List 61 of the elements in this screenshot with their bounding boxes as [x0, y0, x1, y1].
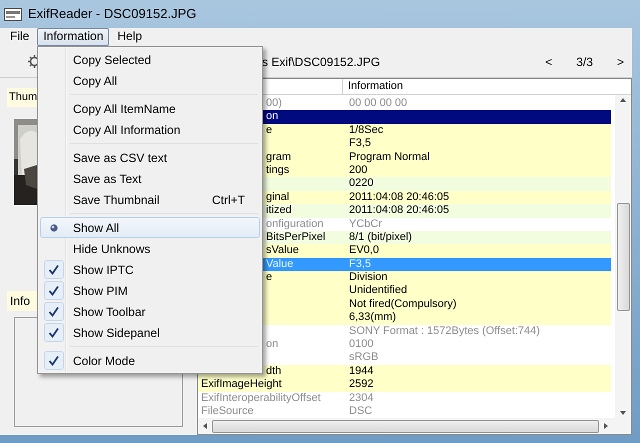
window-title: ExifReader - DSC09152.JPG [28, 5, 196, 24]
table-cell: Value [266, 258, 294, 270]
table-cell: 00) [266, 97, 282, 109]
menu-item[interactable]: Copy Selected [40, 49, 260, 70]
scroll-thumb[interactable] [616, 203, 630, 311]
table-cell: F3,5 [349, 258, 372, 270]
scroll-left-icon[interactable] [202, 422, 208, 430]
table-cell: ginal [266, 190, 290, 203]
table-cell: sRGB [349, 351, 378, 364]
vertical-scrollbar[interactable] [615, 95, 631, 418]
table-cell: on [266, 338, 278, 350]
table-cell: onfiguration [266, 218, 324, 230]
table-cell: e [266, 124, 272, 136]
table-cell: Program Normal [349, 150, 430, 163]
menu-item[interactable]: Show All [40, 217, 260, 238]
table-cell: BitsPerPixel [266, 230, 326, 243]
table-cell: 6,33(mm) [349, 311, 396, 324]
table-cell: DSC [349, 404, 372, 417]
table-cell: YCbCr [349, 218, 382, 230]
page-counter: 3/3 [576, 54, 593, 70]
table-cell: 2011:04:08 20:46:05 [349, 190, 450, 203]
table-cell: 200 [349, 164, 368, 176]
app-icon [4, 6, 22, 22]
table-cell: F3,5 [349, 137, 372, 150]
table-cell: ExifImageHeight [201, 378, 282, 390]
table-cell: tings [266, 164, 290, 176]
menu-item[interactable]: Information [37, 28, 110, 46]
horizontal-scrollbar[interactable] [198, 418, 631, 434]
table-cell: 2592 [349, 378, 374, 390]
menu-item[interactable]: Help [111, 28, 148, 46]
table-cell: on [266, 110, 278, 122]
table-cell: FileSource [201, 404, 254, 417]
previous-button[interactable]: < [545, 52, 552, 70]
table-cell: Not fired(Compulsory) [349, 298, 457, 310]
table-cell: 0100 [349, 338, 374, 350]
next-button[interactable]: > [616, 52, 624, 70]
table-cell: Division [349, 271, 388, 284]
menu-item[interactable]: File [4, 28, 36, 46]
scroll-up-icon[interactable] [619, 97, 627, 103]
scroll-thumb[interactable] [212, 420, 599, 432]
scroll-down-icon[interactable] [619, 410, 627, 416]
table-cell: EV0,0 [349, 244, 379, 256]
table-cell: 2304 [349, 392, 374, 404]
table-cell: 0220 [349, 177, 374, 190]
table-cell: SONY Format : 1572Bytes (Offset:744) [349, 324, 540, 337]
table-cell: Unidentified [349, 284, 408, 296]
table-cell: e [266, 271, 272, 284]
scroll-right-icon[interactable] [603, 422, 609, 430]
table-cell: gram [266, 150, 292, 163]
table-cell: 2011:04:08 20:46:05 [349, 204, 450, 216]
table-cell: 1944 [349, 364, 374, 377]
table-cell: 8/1 (bit/pixel) [349, 230, 412, 243]
table-cell: itized [266, 204, 292, 216]
table-cell: ExifInteroperabilityOffset [201, 392, 321, 404]
table-cell: dth [266, 364, 282, 377]
table-cell: 1/8Sec [349, 124, 384, 136]
table-cell: 00 00 00 00 [349, 97, 408, 109]
table-cell: sValue [266, 244, 299, 256]
menu-item[interactable]: Copy All [40, 70, 260, 91]
column-header[interactable]: Information [343, 79, 404, 94]
table-row[interactable]: ExifImageHeight 2592 [198, 378, 611, 392]
